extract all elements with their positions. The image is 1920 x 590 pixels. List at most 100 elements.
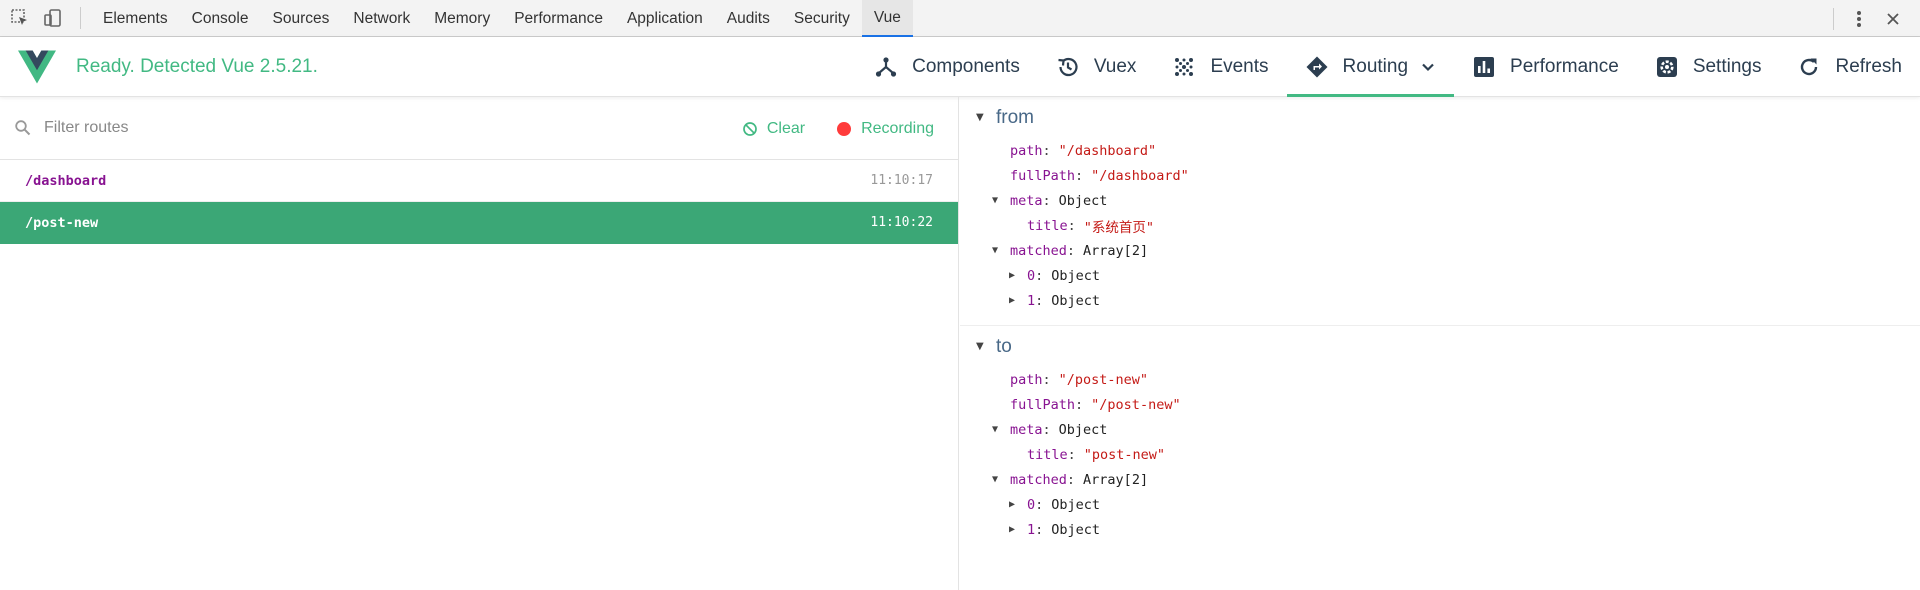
components-icon (875, 57, 897, 77)
from-matched-prop[interactable]: ▼ matched: Array[2] (960, 238, 1920, 263)
prop-value: "系统首页" (1083, 219, 1155, 236)
prop-colon: : (1066, 242, 1076, 259)
close-devtools-icon[interactable] (1880, 6, 1906, 32)
prop-key: title (1027, 446, 1068, 463)
prop-key: 1 (1027, 521, 1036, 538)
collapse-arrow-icon[interactable]: ▼ (992, 195, 1002, 206)
vue-detected-status: Ready. Detected Vue 2.5.21. (76, 55, 318, 77)
collapse-arrow-icon[interactable]: ▼ (976, 112, 986, 123)
record-dot-icon (837, 121, 852, 136)
prop-colon: : (1035, 496, 1044, 513)
to-matched-prop[interactable]: ▼ matched: Array[2] (960, 467, 1920, 492)
devtools-tab-application[interactable]: Application (615, 0, 715, 37)
route-timestamp: 11:10:22 (870, 215, 933, 230)
prop-colon: : (1042, 371, 1051, 388)
route-path: /post-new (25, 214, 99, 231)
route-detail-pane: ▼ from path: "/dashboard" fullPath: "/da… (960, 97, 1920, 590)
search-icon (15, 120, 31, 136)
to-fullpath-prop: fullPath: "/post-new" (960, 392, 1920, 417)
prop-colon: : (1042, 192, 1051, 209)
nav-refresh[interactable]: Refresh (1779, 37, 1920, 97)
recording-label: Recording (861, 119, 934, 137)
prop-key: meta (1010, 192, 1043, 209)
toolbar-divider (80, 7, 81, 29)
to-section: ▼ to path: "/post-new" fullPath: "/post-… (960, 326, 1920, 554)
prop-colon: : (1067, 217, 1076, 234)
prop-colon: : (1042, 421, 1051, 438)
nav-settings[interactable]: Settings (1637, 37, 1780, 97)
devtools-tab-performance[interactable]: Performance (502, 0, 615, 37)
from-fullpath-prop: fullPath: "/dashboard" (960, 163, 1920, 188)
prop-value: "/post-new" (1091, 396, 1181, 413)
prop-type: Object (1051, 496, 1101, 513)
from-path-prop: path: "/dashboard" (960, 138, 1920, 163)
from-section-header[interactable]: ▼ from (960, 97, 1920, 138)
to-matched-1-prop[interactable]: ▶ 1: Object (960, 517, 1920, 542)
expand-arrow-icon[interactable]: ▶ (1009, 270, 1019, 281)
prop-key: title (1027, 217, 1068, 234)
from-matched-0-prop[interactable]: ▶ 0: Object (960, 263, 1920, 288)
prop-colon: : (1067, 446, 1076, 463)
prop-key: 1 (1027, 292, 1036, 309)
inspect-element-icon[interactable] (7, 5, 33, 31)
devtools-tab-sources[interactable]: Sources (261, 0, 342, 37)
from-matched-1-prop[interactable]: ▶ 1: Object (960, 288, 1920, 313)
filter-routes-input[interactable] (44, 119, 444, 137)
collapse-arrow-icon[interactable]: ▼ (992, 245, 1002, 256)
devtools-tab-elements[interactable]: Elements (91, 0, 180, 37)
vue-logo-icon (18, 50, 56, 83)
block-icon (742, 121, 757, 136)
nav-settings-label: Settings (1692, 56, 1762, 77)
collapse-arrow-icon[interactable]: ▼ (976, 341, 986, 352)
nav-performance-label: Performance (1510, 56, 1619, 77)
nav-performance[interactable]: Performance (1454, 37, 1637, 97)
device-toolbar-icon[interactable] (40, 5, 66, 31)
expand-arrow-icon[interactable]: ▶ (1009, 524, 1019, 535)
route-row[interactable]: /dashboard 11:10:17 (0, 160, 958, 202)
prop-type: Object (1051, 521, 1101, 538)
devtools-tab-security[interactable]: Security (782, 0, 862, 37)
prop-colon: : (1066, 471, 1076, 488)
to-meta-prop[interactable]: ▼ meta: Object (960, 417, 1920, 442)
more-options-icon[interactable] (1846, 6, 1872, 32)
prop-key: path (1010, 142, 1043, 159)
devtools-tab-vue[interactable]: Vue (861, 0, 913, 37)
prop-key: fullPath (1010, 167, 1076, 184)
prop-type: Array[2] (1083, 242, 1149, 259)
route-path: /dashboard (25, 172, 107, 189)
nav-components[interactable]: Components (856, 37, 1038, 97)
prop-colon: : (1075, 396, 1084, 413)
nav-refresh-label: Refresh (1835, 56, 1902, 77)
recording-toggle[interactable]: Recording (837, 120, 934, 138)
route-list: /dashboard 11:10:17 /post-new 11:10:22 (0, 160, 958, 244)
settings-icon (1656, 57, 1677, 77)
clear-button[interactable]: Clear (742, 120, 805, 138)
devtools-tab-network[interactable]: Network (341, 0, 422, 37)
from-meta-prop[interactable]: ▼ meta: Object (960, 188, 1920, 213)
prop-value: "post-new" (1083, 446, 1166, 463)
history-icon (1058, 57, 1078, 77)
nav-routing[interactable]: Routing (1286, 37, 1455, 97)
collapse-arrow-icon[interactable]: ▼ (992, 474, 1002, 485)
devtools-tab-console[interactable]: Console (180, 0, 261, 37)
devtools-tab-memory[interactable]: Memory (422, 0, 502, 37)
expand-arrow-icon[interactable]: ▶ (1009, 295, 1019, 306)
nav-vuex[interactable]: Vuex (1038, 37, 1155, 97)
to-section-header[interactable]: ▼ to (960, 326, 1920, 367)
from-section: ▼ from path: "/dashboard" fullPath: "/da… (960, 97, 1920, 326)
nav-events[interactable]: Events (1154, 37, 1286, 97)
clear-button-label: Clear (766, 119, 806, 137)
to-matched-0-prop[interactable]: ▶ 0: Object (960, 492, 1920, 517)
events-icon (1175, 58, 1194, 76)
expand-arrow-icon[interactable]: ▶ (1009, 499, 1019, 510)
route-history-pane: Clear Recording /dashboard 11:10:17 /pos… (0, 97, 959, 590)
devtools-tab-audits[interactable]: Audits (715, 0, 782, 37)
route-row-selected[interactable]: /post-new 11:10:22 (0, 202, 958, 244)
to-path-prop: path: "/post-new" (960, 367, 1920, 392)
chevron-down-icon[interactable] (1420, 59, 1436, 75)
prop-key: path (1010, 371, 1043, 388)
directions-icon (1306, 56, 1328, 78)
prop-type: Object (1058, 421, 1108, 438)
collapse-arrow-icon[interactable]: ▼ (992, 424, 1002, 435)
prop-value: "/dashboard" (1058, 142, 1157, 159)
